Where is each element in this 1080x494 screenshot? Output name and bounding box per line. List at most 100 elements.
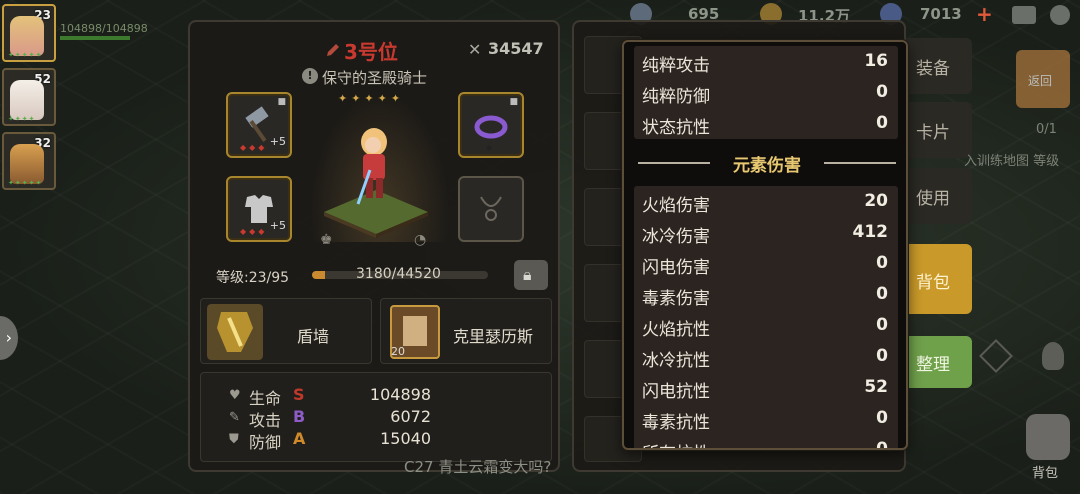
card-tab-button[interactable]: 卡片 bbox=[906, 102, 972, 158]
use-tab-label: 使用 bbox=[916, 189, 950, 209]
quest-hint: 入训练地图 等级 bbox=[964, 154, 1060, 169]
tooltip-row: 冰冷抗性 0 bbox=[634, 341, 898, 372]
card-level: 20 bbox=[391, 345, 405, 358]
stat-name: 火焰伤害 bbox=[642, 196, 710, 216]
stat-value: 52 bbox=[864, 377, 888, 397]
card-slot[interactable]: 20 克里瑟历斯 bbox=[380, 298, 552, 364]
stat-hp: ♥ 生命 S 104898 bbox=[229, 385, 529, 408]
stat-label: 防御 bbox=[249, 433, 282, 452]
padlock-icon: 🔒︎ bbox=[523, 265, 532, 284]
stat-value: 20 bbox=[864, 191, 888, 211]
stat-name: 火焰抗性 bbox=[642, 320, 710, 340]
pencil-icon[interactable] bbox=[324, 41, 342, 59]
crown-icon[interactable]: ♚ bbox=[320, 232, 333, 248]
lock-icon: ■ bbox=[509, 97, 518, 107]
party-hp-text: 104898/104898 bbox=[60, 22, 148, 35]
armor-slot[interactable]: +5 ◆◆◆ bbox=[226, 176, 292, 242]
stat-value: 0 bbox=[876, 113, 888, 133]
stars: ✦✦✦✦ bbox=[8, 115, 36, 123]
stat-label: 生命 bbox=[249, 389, 282, 408]
backpack-icon[interactable] bbox=[1026, 414, 1070, 460]
tooltip-row: 毒素抗性 0 bbox=[634, 403, 898, 434]
lock-button[interactable]: 🔒︎ bbox=[514, 260, 548, 290]
element-stats-group: 火焰伤害 20 冰冷伤害 412 闪电伤害 0 毒素伤害 0 火焰抗性 0 冰冷… bbox=[634, 186, 898, 448]
shield-icon: ⛊ bbox=[229, 432, 239, 447]
currency-3: 7013 bbox=[920, 5, 962, 23]
return-button[interactable]: 返回 bbox=[1016, 50, 1070, 108]
socket-gems: ◆◆◆ bbox=[240, 227, 268, 236]
add-currency-button[interactable]: + bbox=[976, 2, 993, 26]
party-member-3[interactable]: 32 ✦✦✦✦✦ bbox=[2, 132, 56, 190]
hero-portrait bbox=[10, 16, 44, 56]
stars: ✦✦✦✦✦ bbox=[8, 51, 43, 59]
ring-slot[interactable]: ■ ◆ bbox=[458, 92, 524, 158]
quest-count: 0/1 bbox=[1036, 122, 1057, 137]
stat-value: 0 bbox=[876, 408, 888, 428]
ring-icon bbox=[474, 115, 508, 139]
divider bbox=[824, 162, 896, 164]
stat-name: 冰冷伤害 bbox=[642, 227, 710, 247]
stat-value: 15040 bbox=[380, 429, 431, 448]
stat-value: 6072 bbox=[390, 407, 431, 426]
mail-icon[interactable] bbox=[1012, 6, 1036, 24]
use-tab-button[interactable]: 使用 bbox=[906, 168, 972, 224]
skill-card[interactable]: 盾墙 bbox=[200, 298, 372, 364]
settings-icon[interactable] bbox=[1050, 5, 1070, 25]
stat-name: 毒素伤害 bbox=[642, 289, 710, 309]
stat-attack: ✎ 攻击 B 6072 bbox=[229, 407, 529, 430]
hero-sprite bbox=[356, 128, 387, 205]
chat-hint[interactable]: C27 青土云霜变大吗? bbox=[404, 456, 551, 477]
sword-icon: ✎ bbox=[229, 410, 240, 425]
stat-value: 412 bbox=[852, 222, 889, 242]
party-member-1[interactable]: 23 ✦✦✦✦✦ bbox=[2, 4, 56, 62]
hero-portrait bbox=[10, 144, 44, 184]
stat-value: 0 bbox=[876, 82, 888, 102]
combat-power: 34547 bbox=[488, 39, 544, 58]
party-list: 23 ✦✦✦✦✦ 52 ✦✦✦✦ 32 ✦✦✦✦✦ bbox=[0, 0, 56, 494]
stats-box: ♥ 生命 S 104898 ✎ 攻击 B 6072 ⛊ 防御 A 15040 bbox=[200, 372, 552, 462]
equip-tab-button[interactable]: 装备 bbox=[906, 38, 972, 94]
tooltip-row: 火焰伤害 20 bbox=[634, 186, 898, 217]
hero-level: 等级:23/95 bbox=[216, 270, 290, 286]
return-label: 返回 bbox=[1028, 74, 1053, 88]
stat-value: 0 bbox=[876, 315, 888, 335]
stat-grade: B bbox=[293, 407, 306, 426]
stats-tooltip: 纯粹攻击 16 纯粹防御 0 状态抗性 0 元素伤害 火焰伤害 20 冰冷伤害 … bbox=[622, 40, 908, 450]
stat-label: 攻击 bbox=[249, 411, 282, 430]
amulet-slot[interactable] bbox=[458, 176, 524, 242]
socket-gems: ◆ bbox=[486, 143, 496, 152]
lock-icon: ■ bbox=[277, 97, 286, 107]
info-icon[interactable]: ! bbox=[302, 68, 318, 84]
xp-text: 3180/44520 bbox=[356, 266, 441, 282]
stat-value: 0 bbox=[876, 346, 888, 366]
tooltip-row: 毒素伤害 0 bbox=[634, 279, 898, 310]
card-name: 克里瑟历斯 bbox=[453, 327, 534, 346]
equip-tab-label: 装备 bbox=[916, 59, 950, 79]
backpack-label: 背包 bbox=[1032, 466, 1059, 481]
enhance-level: +5 bbox=[269, 135, 286, 148]
weapon-slot[interactable]: ■ +5 ◆◆◆ bbox=[226, 92, 292, 158]
hero-class: 保守的圣殿骑士 bbox=[322, 69, 428, 87]
tooltip-row: 纯粹防御 0 bbox=[634, 77, 898, 108]
tooltip-row: 闪电抗性 52 bbox=[634, 372, 898, 403]
refresh-icon[interactable]: ◔ bbox=[414, 232, 426, 248]
stat-name: 纯粹攻击 bbox=[642, 56, 710, 76]
enhance-level: +5 bbox=[269, 219, 286, 232]
sort-button[interactable]: 整理 bbox=[906, 336, 972, 388]
stat-name: 闪电伤害 bbox=[642, 258, 710, 278]
stat-grade: A bbox=[293, 429, 306, 448]
lightbulb-icon[interactable] bbox=[1042, 342, 1064, 370]
tooltip-row: 所有抗性 0 bbox=[634, 434, 898, 448]
stat-value: 0 bbox=[876, 253, 888, 273]
tooltip-row: 状态抗性 0 bbox=[634, 108, 898, 139]
sort-label: 整理 bbox=[916, 355, 950, 375]
stat-name: 毒素抗性 bbox=[642, 413, 710, 433]
stat-name: 闪电抗性 bbox=[642, 382, 710, 402]
stat-value: 0 bbox=[876, 284, 888, 304]
party-member-2[interactable]: 52 ✦✦✦✦ bbox=[2, 68, 56, 126]
tooltip-row: 火焰抗性 0 bbox=[634, 310, 898, 341]
tooltip-row: 冰冷伤害 412 bbox=[634, 217, 898, 248]
stat-defense: ⛊ 防御 A 15040 bbox=[229, 429, 529, 452]
bag-tab-button[interactable]: 背包 bbox=[906, 244, 972, 314]
stat-value: 104898 bbox=[369, 385, 431, 404]
